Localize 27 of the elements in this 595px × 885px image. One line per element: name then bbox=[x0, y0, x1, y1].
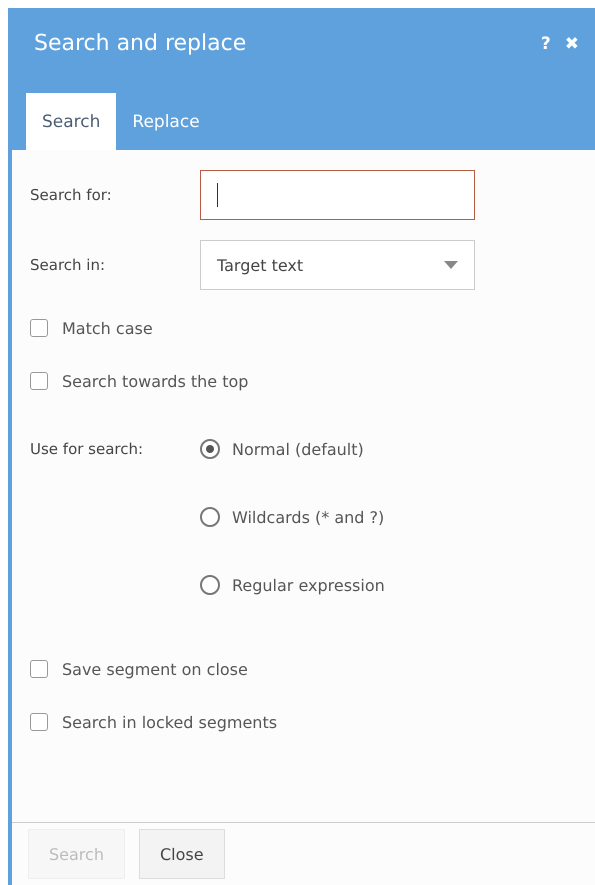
help-button[interactable]: ? bbox=[538, 34, 553, 54]
radio-label: Regular expression bbox=[232, 576, 385, 594]
search-field[interactable] bbox=[200, 170, 475, 220]
tab[interactable]: Search bbox=[26, 93, 116, 150]
checkbox[interactable] bbox=[30, 660, 48, 678]
radio-label: Normal (default) bbox=[232, 440, 364, 458]
close-button[interactable]: ✖ bbox=[562, 34, 581, 54]
window-title: Search and replace bbox=[34, 31, 248, 56]
field-label: Use for search: bbox=[30, 439, 144, 460]
radio-button[interactable] bbox=[200, 439, 220, 459]
checkbox[interactable] bbox=[30, 713, 48, 731]
radio-button[interactable] bbox=[200, 507, 220, 527]
search-in-dropdown[interactable]: Target text bbox=[200, 240, 475, 290]
field-label: Search in: bbox=[30, 256, 106, 274]
caret-icon bbox=[444, 261, 458, 269]
checkbox-label: Match case bbox=[62, 318, 153, 338]
checkbox-label: Search in locked segments bbox=[62, 712, 278, 732]
text-cursor bbox=[217, 183, 218, 207]
close-button[interactable]: Close bbox=[138, 829, 225, 879]
checkbox-label: Save segment on close bbox=[62, 660, 248, 678]
radio-button[interactable] bbox=[200, 575, 220, 595]
field-label: Search for: bbox=[30, 186, 113, 204]
radio-label: Wildcards (* and ?) bbox=[232, 508, 384, 526]
checkbox[interactable] bbox=[30, 319, 48, 337]
checkbox-label: Search towards the top bbox=[62, 372, 248, 390]
tab[interactable]: Replace bbox=[116, 93, 216, 150]
checkbox[interactable] bbox=[30, 372, 48, 390]
